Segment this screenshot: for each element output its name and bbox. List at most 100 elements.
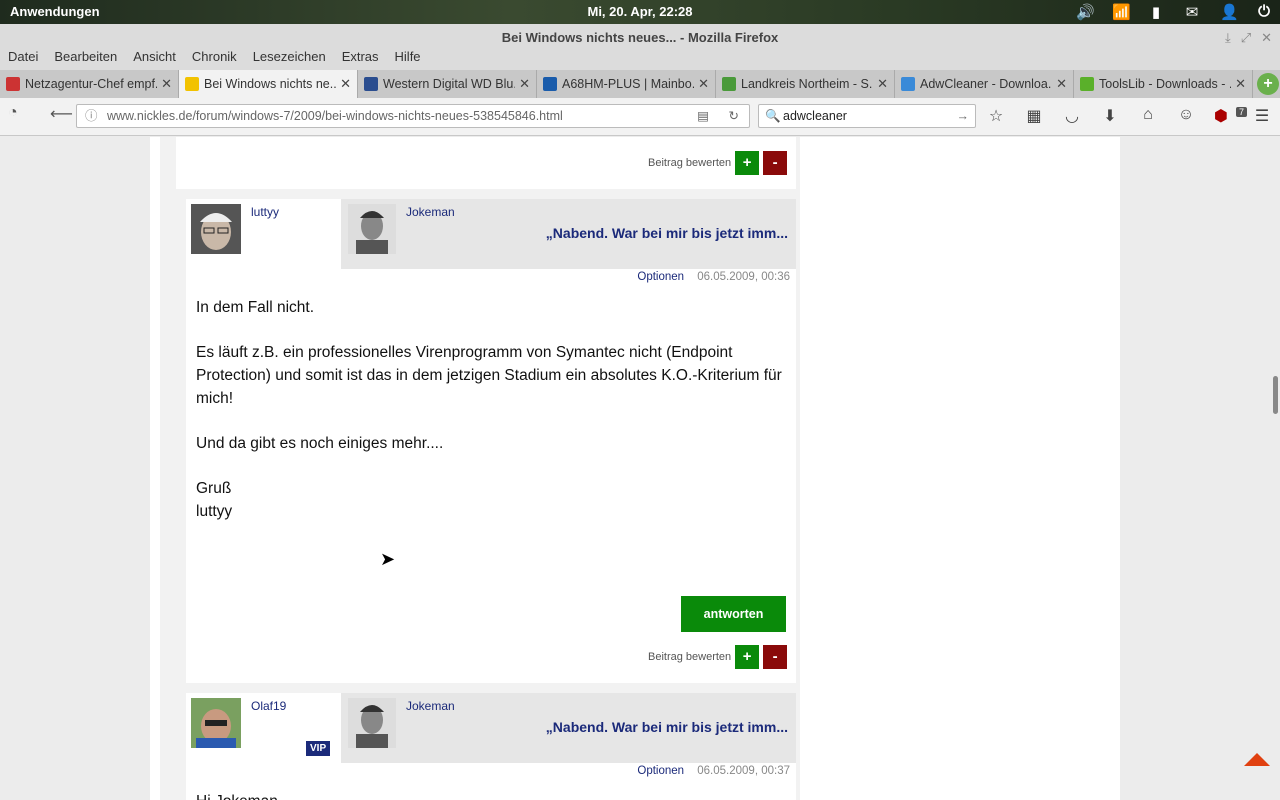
reply-avatar-image: [348, 204, 396, 254]
post-meta: Optionen 06.05.2009, 00:36: [186, 269, 796, 291]
reply-to-title[interactable]: „Nabend. War bei mir bis jetzt imm...: [546, 225, 788, 241]
pocket-icon[interactable]: ◡: [1062, 106, 1082, 126]
reply-button[interactable]: antworten: [681, 596, 786, 632]
history-dropdown-icon[interactable]: ◔: [8, 104, 18, 122]
search-icon: 🔍: [765, 109, 781, 123]
chat-icon[interactable]: ☺: [1176, 106, 1196, 126]
new-tab-button[interactable]: +: [1257, 73, 1279, 95]
system-tray: 🔊 📶 ▮ ✉ 👤 ⏻: [1076, 3, 1272, 21]
url-bar[interactable]: ⓘ www.nickles.de/forum/windows-7/2009/be…: [76, 104, 750, 128]
rating-controls: Beitrag bewerten + -: [648, 151, 788, 175]
tab-favicon: [1080, 77, 1094, 91]
menu-hilfe[interactable]: Hilfe: [395, 46, 421, 70]
applications-menu[interactable]: Anwendungen: [10, 4, 100, 19]
avatar[interactable]: [191, 698, 241, 748]
menu-bar: Datei Bearbeiten Ansicht Chronik Lesezei…: [0, 46, 1280, 70]
search-value: adwcleaner: [783, 109, 847, 123]
tab[interactable]: AdwCleaner - Downloa... ✕: [895, 70, 1074, 98]
menu-ansicht[interactable]: Ansicht: [133, 46, 176, 70]
toolbar-icons: ☆ ▦ ◡ ⬇ ⌂ ☺ ⬢ 7 ☰: [986, 106, 1272, 126]
options-link[interactable]: Optionen: [637, 271, 684, 283]
tab-favicon: [543, 77, 557, 91]
tab-close-icon[interactable]: ✕: [698, 76, 709, 92]
page-viewport: Beitrag bewerten + - luttyy Jokeman „Nab…: [0, 137, 1280, 800]
rate-minus-button[interactable]: -: [763, 645, 788, 669]
hamburger-menu-icon[interactable]: ☰: [1252, 106, 1272, 126]
post-date: 06.05.2009, 00:37: [697, 765, 790, 777]
tab-favicon: [364, 77, 378, 91]
wifi-icon[interactable]: 📶: [1112, 3, 1131, 21]
bookmarks-list-icon[interactable]: ▦: [1024, 106, 1044, 126]
scroll-to-top-icon[interactable]: [1244, 753, 1270, 766]
avatar[interactable]: [191, 204, 241, 254]
battery-icon[interactable]: ▮: [1148, 3, 1164, 21]
tab-close-icon[interactable]: ✕: [1235, 76, 1246, 92]
tab-favicon: [6, 77, 20, 91]
vip-badge: VIP: [306, 741, 331, 756]
post-paragraph: In dem Fall nicht.: [196, 299, 315, 316]
reply-to-name[interactable]: Jokeman: [406, 699, 455, 713]
tab-active[interactable]: Bei Windows nichts ne... ✕: [179, 70, 358, 98]
mouse-cursor-icon: ➤: [380, 549, 396, 569]
home-icon[interactable]: ⌂: [1138, 106, 1158, 126]
avatar-image: [191, 204, 241, 254]
tab-label: ToolsLib - Downloads - ...: [1099, 77, 1232, 91]
tab-favicon: [901, 77, 915, 91]
os-top-panel: Anwendungen Mi, 20. Apr, 22:28 🔊 📶 ▮ ✉ 👤…: [0, 0, 1280, 24]
site-info-icon[interactable]: ⓘ: [85, 105, 98, 127]
rate-minus-button[interactable]: -: [763, 151, 788, 175]
menu-bearbeiten[interactable]: Bearbeiten: [54, 46, 117, 70]
tab-favicon: [722, 77, 736, 91]
post-header: luttyy Jokeman „Nabend. War bei mir bis …: [186, 199, 796, 269]
reply-to-avatar[interactable]: [348, 204, 396, 254]
post-paragraph: Und da gibt es noch einiges mehr....: [196, 435, 444, 452]
rate-label: Beitrag bewerten: [648, 157, 732, 169]
options-link[interactable]: Optionen: [637, 765, 684, 777]
author-name[interactable]: luttyy: [251, 205, 279, 219]
tab[interactable]: Netzagentur-Chef empf... ✕: [0, 70, 179, 98]
tab[interactable]: ToolsLib - Downloads - ... ✕: [1074, 70, 1253, 98]
tab-close-icon[interactable]: ✕: [1056, 76, 1067, 92]
search-go-icon[interactable]: →: [957, 105, 970, 127]
menu-chronik[interactable]: Chronik: [192, 46, 237, 70]
ublock-badge: 7: [1235, 107, 1247, 117]
power-icon[interactable]: ⏻: [1256, 3, 1272, 21]
reader-view-icon[interactable]: ▤: [697, 105, 709, 127]
rate-plus-button[interactable]: +: [735, 645, 760, 669]
user-icon[interactable]: 👤: [1220, 3, 1239, 21]
search-input[interactable]: 🔍 adwcleaner →: [758, 104, 976, 128]
navigation-toolbar: ◔ ⟵ ⓘ www.nickles.de/forum/windows-7/200…: [0, 98, 1280, 136]
reload-icon[interactable]: ↻: [729, 105, 739, 127]
tab[interactable]: Western Digital WD Blu... ✕: [358, 70, 537, 98]
mail-icon[interactable]: ✉: [1184, 3, 1200, 21]
reply-to-name[interactable]: Jokeman: [406, 205, 455, 219]
back-button[interactable]: ⟵: [50, 104, 73, 124]
forum-post: Olaf19 VIP Jokeman „Nabend. War bei mir …: [186, 693, 796, 800]
rate-plus-button[interactable]: +: [735, 151, 760, 175]
post-paragraph: Hi Jokeman,: [196, 790, 786, 800]
reply-to-avatar[interactable]: [348, 698, 396, 748]
avatar-image: [191, 698, 241, 748]
post-date: 06.05.2009, 00:36: [697, 271, 790, 283]
tab-close-icon[interactable]: ✕: [519, 76, 530, 92]
download-icon[interactable]: ⬇: [1100, 106, 1120, 126]
bookmark-star-icon[interactable]: ☆: [986, 106, 1006, 126]
post-meta: Optionen 06.05.2009, 00:37: [186, 763, 796, 785]
scrollbar-thumb[interactable]: [1273, 376, 1278, 414]
rate-label: Beitrag bewerten: [648, 651, 732, 663]
volume-icon[interactable]: 🔊: [1076, 3, 1095, 21]
tab[interactable]: A68HM-PLUS | Mainbo... ✕: [537, 70, 716, 98]
tab-label: Western Digital WD Blu...: [383, 77, 516, 91]
tab-close-icon[interactable]: ✕: [340, 76, 351, 92]
menu-datei[interactable]: Datei: [8, 46, 38, 70]
author-name[interactable]: Olaf19: [251, 699, 286, 713]
menu-extras[interactable]: Extras: [342, 46, 379, 70]
menu-lesezeichen[interactable]: Lesezeichen: [253, 46, 326, 70]
previous-post-footer: Beitrag bewerten + -: [176, 137, 796, 189]
reply-avatar-image: [348, 698, 396, 748]
reply-to-title[interactable]: „Nabend. War bei mir bis jetzt imm...: [546, 719, 788, 735]
ublock-icon[interactable]: ⬢ 7: [1214, 106, 1247, 126]
tab-close-icon[interactable]: ✕: [161, 76, 172, 92]
tab[interactable]: Landkreis Northeim - S... ✕: [716, 70, 895, 98]
tab-close-icon[interactable]: ✕: [877, 76, 888, 92]
